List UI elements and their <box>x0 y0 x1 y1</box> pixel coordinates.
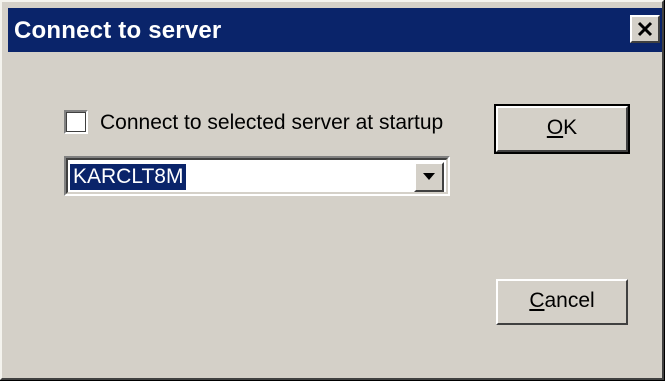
server-combobox-frame: KARCLT8M <box>66 158 448 194</box>
connect-dialog: Connect to server Connect to selected se… <box>0 0 665 381</box>
combobox-dropdown-button[interactable] <box>414 162 444 192</box>
cancel-button-label-rest: ancel <box>544 289 595 312</box>
cancel-button[interactable]: Cancel <box>496 279 628 325</box>
ok-button[interactable]: OK <box>494 104 630 154</box>
ok-button-label-rest: K <box>563 116 578 139</box>
startup-checkbox[interactable] <box>64 110 88 134</box>
close-icon <box>637 21 653 37</box>
ok-button-mnemonic: O <box>546 116 564 139</box>
dialog-title: Connect to server <box>14 17 222 44</box>
close-button[interactable] <box>630 15 660 43</box>
server-combobox-value[interactable]: KARCLT8M <box>70 164 187 190</box>
startup-checkbox-label[interactable]: Connect to selected server at startup <box>100 111 443 135</box>
server-combobox[interactable]: KARCLT8M <box>64 156 450 196</box>
title-bar[interactable]: Connect to server <box>8 8 662 52</box>
chevron-down-icon <box>423 173 435 180</box>
cancel-button-mnemonic: C <box>529 289 545 312</box>
